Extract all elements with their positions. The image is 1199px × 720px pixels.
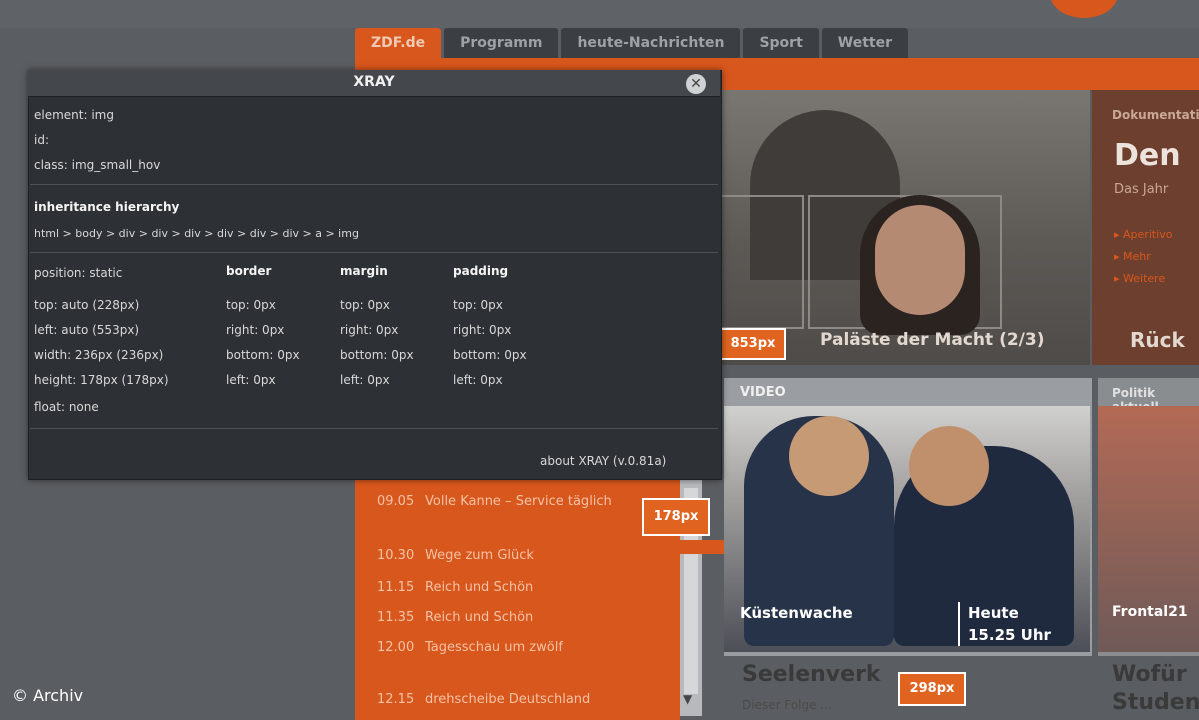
xray-position: position: static (34, 266, 123, 280)
xray-margin-right: right: 0px (340, 323, 399, 337)
video-face (909, 426, 989, 506)
xray-width: width: 236px (236px) (34, 348, 164, 362)
xray-margin-bottom: bottom: 0px (340, 348, 414, 362)
schedule-title: Volle Kanne – Service täglich (425, 494, 612, 509)
teaser-subtitle: Dieser Folge ... (742, 698, 832, 712)
right-panel-link[interactable]: ▸ Mehr (1114, 250, 1151, 263)
schedule-row[interactable]: 09.05 Volle Kanne – Service täglich (377, 494, 612, 509)
xray-class: class: img_small_hov (34, 158, 161, 172)
xray-padding-head: padding (453, 264, 509, 278)
xray-margin-top: top: 0px (340, 298, 390, 312)
schedule-time: 11.15 (377, 580, 415, 595)
scroll-down-icon[interactable]: ▼ (683, 692, 692, 706)
right-panel-headline[interactable]: Den (1114, 138, 1181, 173)
xray-padding-bottom: bottom: 0px (453, 348, 527, 362)
link-label: Weitere (1123, 272, 1166, 285)
link-label: Aperitivo (1123, 228, 1173, 241)
schedule-title: Tagesschau um zwölf (425, 640, 563, 655)
right-panel-title: Dokumentation (1112, 108, 1199, 122)
divider (30, 252, 718, 253)
tv-schedule (355, 480, 680, 720)
xray-id: id: (34, 133, 49, 147)
xray-left: left: auto (553px) (34, 323, 140, 337)
schedule-time: 10.30 (377, 548, 415, 563)
divider (30, 428, 718, 429)
video-face (789, 416, 869, 496)
xray-hierarchy-label: inheritance hierarchy (34, 200, 180, 214)
xray-border-top: top: 0px (226, 298, 276, 312)
tab-wetter[interactable]: Wetter (821, 28, 909, 58)
schedule-title: drehscheibe Deutschland (425, 692, 591, 707)
video-label: VIDEO (740, 385, 786, 400)
xray-border-bottom: bottom: 0px (226, 348, 300, 362)
main-nav: ZDF.de Programm heute-Nachrichten Sport … (355, 28, 911, 58)
xray-height: height: 178px (178px) (34, 373, 169, 387)
size-badge: 853px (720, 328, 786, 360)
xray-padding-left: left: 0px (453, 373, 503, 387)
teaser-title[interactable]: Seelenverk (742, 662, 881, 687)
tab-heute-nachrichten[interactable]: heute-Nachrichten (561, 28, 741, 58)
video-channel: Heute (968, 604, 1019, 622)
xray-border-left: left: 0px (226, 373, 276, 387)
tab-programm[interactable]: Programm (444, 28, 559, 58)
top-bar (0, 0, 1199, 28)
schedule-row[interactable]: 12.00 Tagesschau um zwölf (377, 640, 563, 655)
xray-margin-head: margin (340, 264, 388, 278)
hero-face (875, 205, 965, 315)
schedule-row[interactable]: 10.30 Wege zum Glück (377, 548, 534, 563)
xray-hierarchy: html > body > div > div > div > div > di… (34, 227, 359, 240)
link-label: Mehr (1123, 250, 1151, 263)
tab-zdf[interactable]: ZDF.de (355, 28, 442, 58)
close-icon[interactable]: ✕ (686, 74, 706, 94)
xray-border-head: border (226, 264, 272, 278)
xray-top: top: auto (228px) (34, 298, 140, 312)
schedule-title: Wege zum Glück (425, 548, 534, 563)
schedule-row[interactable]: 11.15 Reich und Schön (377, 580, 533, 595)
right-lower-caption[interactable]: Frontal21 (1112, 604, 1188, 620)
size-badge: 178px (642, 498, 710, 536)
right-panel-link[interactable]: ▸ Aperitivo (1114, 228, 1173, 241)
schedule-time: 11.35 (377, 610, 415, 625)
xray-float: float: none (34, 400, 99, 414)
right-panel-link[interactable]: ▸ Weitere (1114, 272, 1165, 285)
xray-about-link[interactable]: about XRAY (v.0.81a) (540, 454, 666, 468)
xray-title: XRAY (353, 74, 395, 90)
schedule-time: 12.15 (377, 692, 415, 707)
schedule-row[interactable]: 12.15 drehscheibe Deutschland (377, 692, 590, 707)
xray-element: element: img (34, 108, 114, 122)
schedule-time: 12.00 (377, 640, 415, 655)
xray-margin-left: left: 0px (340, 373, 390, 387)
orange-connector (680, 540, 724, 554)
xray-padding-top: top: 0px (453, 298, 503, 312)
schedule-row[interactable]: 11.35 Reich und Schön (377, 610, 533, 625)
video-time: 15.25 Uhr (968, 626, 1051, 644)
copyright-label: © Archiv (12, 686, 84, 705)
right-panel-bottom[interactable]: Rück (1130, 328, 1185, 352)
schedule-title: Reich und Schön (425, 610, 534, 625)
divider (30, 184, 718, 185)
schedule-time: 09.05 (377, 494, 415, 509)
right-lower-title[interactable]: Studen (1112, 690, 1199, 715)
xray-border-right: right: 0px (226, 323, 285, 337)
size-badge: 298px (898, 672, 966, 706)
schedule-title: Reich und Schön (425, 580, 534, 595)
hero-caption[interactable]: Paläste der Macht (2/3) (820, 330, 1045, 350)
xray-padding-right: right: 0px (453, 323, 512, 337)
right-panel-subline: Das Jahr (1114, 182, 1169, 197)
divider (958, 602, 960, 646)
hero-frame (720, 195, 804, 329)
hero-teaser[interactable]: Paläste der Macht (2/3) (720, 90, 1090, 365)
video-caption[interactable]: Küstenwache (740, 604, 853, 622)
tab-sport[interactable]: Sport (743, 28, 819, 58)
right-lower-title[interactable]: Wofür (1112, 662, 1187, 687)
